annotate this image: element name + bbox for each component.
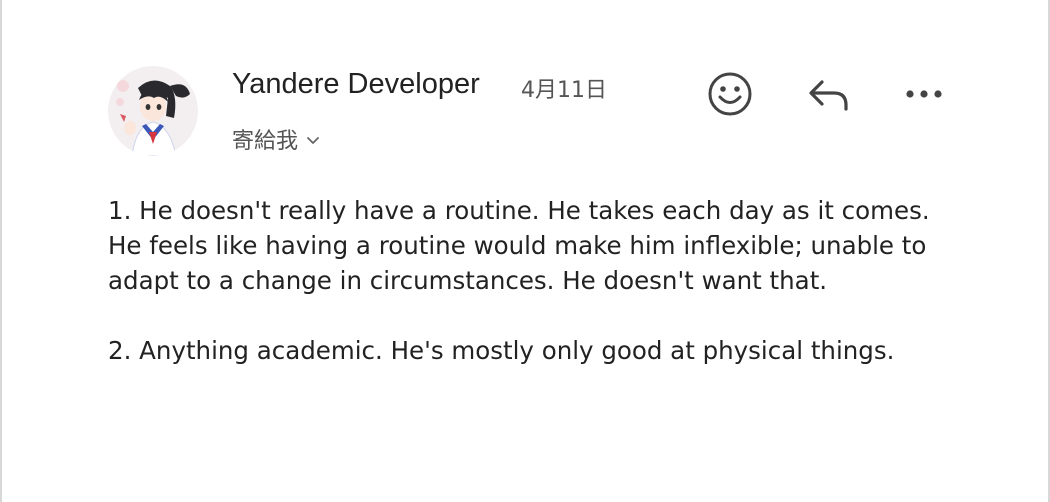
email-body: 1. He doesn't really have a routine. He …	[108, 193, 948, 403]
email-date: 4月11日	[521, 78, 607, 103]
sender-name: Yandere Developer	[232, 68, 480, 100]
email-paragraph-2: 2. Anything academic. He's mostly only g…	[108, 336, 895, 365]
add-reaction-button[interactable]	[706, 70, 754, 118]
reply-arrow-icon	[809, 80, 848, 111]
smiley-face-icon	[708, 72, 752, 116]
chevron-down-icon	[306, 127, 320, 152]
more-horizontal-icon	[906, 90, 942, 98]
more-options-button[interactable]	[900, 70, 948, 118]
avatar-image	[108, 66, 198, 156]
sender-avatar[interactable]	[108, 66, 198, 156]
recipient-toggle[interactable]: 寄給我	[232, 123, 320, 155]
recipient-label: 寄給我	[232, 129, 299, 154]
reply-button[interactable]	[804, 70, 852, 118]
email-message-view: Yandere Developer 4月11日 寄給我 1. He doesn'…	[0, 0, 1050, 502]
email-paragraph-1: 1. He doesn't really have a routine. He …	[108, 196, 930, 295]
